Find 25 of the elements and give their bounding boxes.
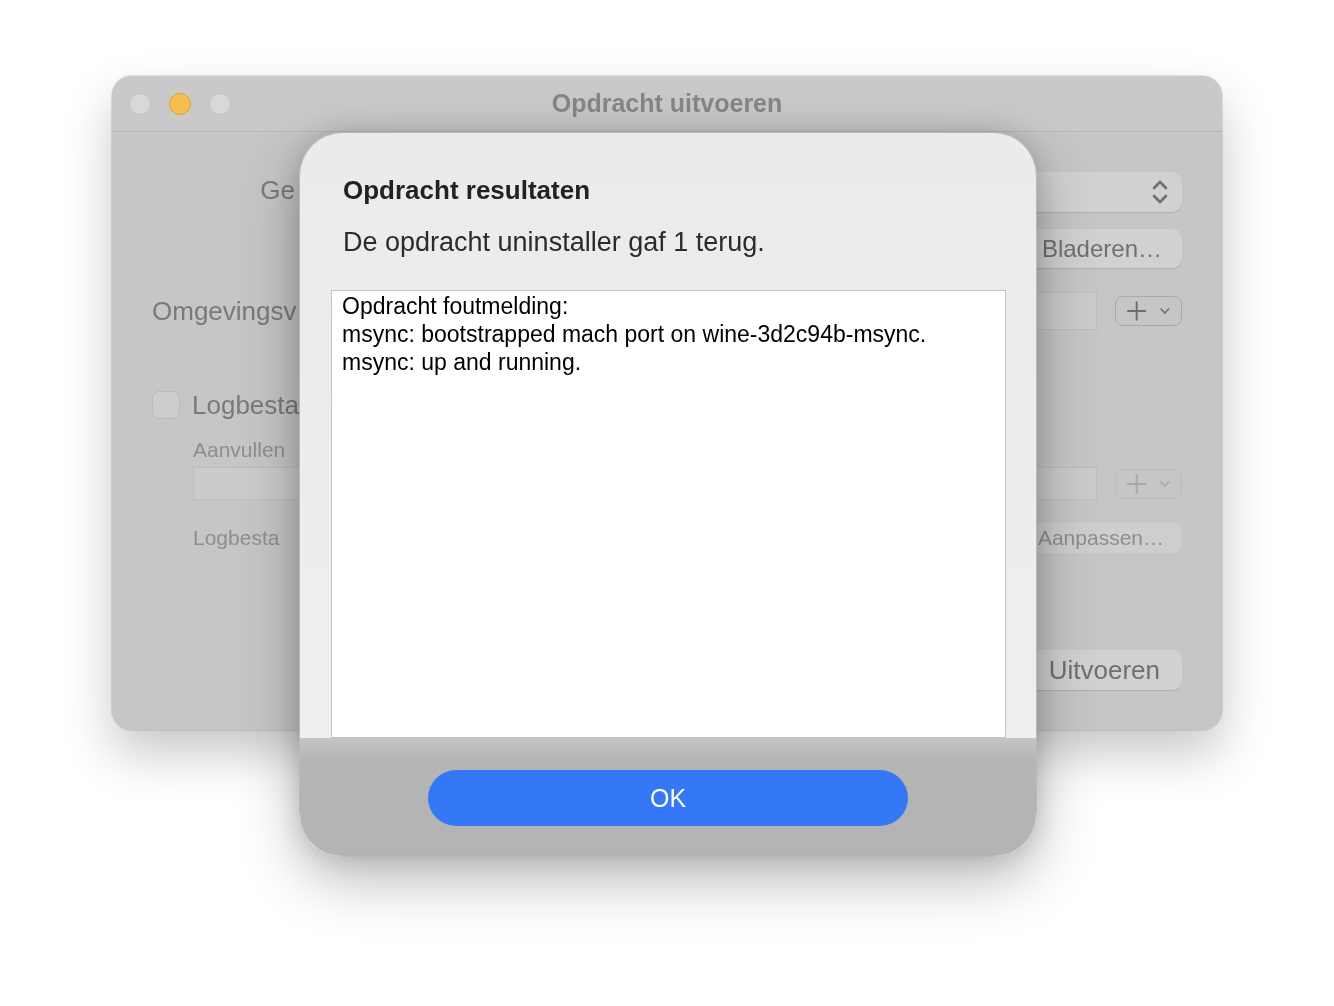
browse-button[interactable]: Bladeren… [1037,229,1182,268]
chevron-down-icon [1160,480,1170,487]
add-button[interactable] [1115,296,1182,326]
chevron-up-down-icon [1152,179,1168,205]
plus-icon [1127,301,1147,321]
dialog-message: De opdracht uninstaller gaf 1 terug. [343,226,765,258]
checkbox-label[interactable]: Logbesta [192,390,299,420]
plus-icon [1127,473,1147,494]
minimize-button[interactable] [169,92,191,115]
form-label: Ge [260,175,295,205]
input-field[interactable] [193,467,299,500]
run-button[interactable]: Uitvoeren [1037,650,1182,690]
input-field[interactable] [1037,292,1097,330]
form-label: Logbesta [193,525,280,551]
output-line: Opdracht foutmelding: [342,292,569,320]
ok-button[interactable]: OK [428,770,908,826]
dialog-title: Opdracht resultaten [343,175,591,205]
input-field[interactable] [1037,467,1097,500]
form-label: Aanvullen [193,437,286,463]
window-title: Opdracht uitvoeren [551,89,783,118]
popup-button[interactable] [1037,172,1182,212]
output-line: msync: up and running. [342,348,582,376]
output-line: msync: bootstrapped mach port on wine-3d2c94b-msync. [342,320,927,348]
chevron-down-icon [1160,308,1170,314]
form-label: Omgevingsv [152,296,297,326]
